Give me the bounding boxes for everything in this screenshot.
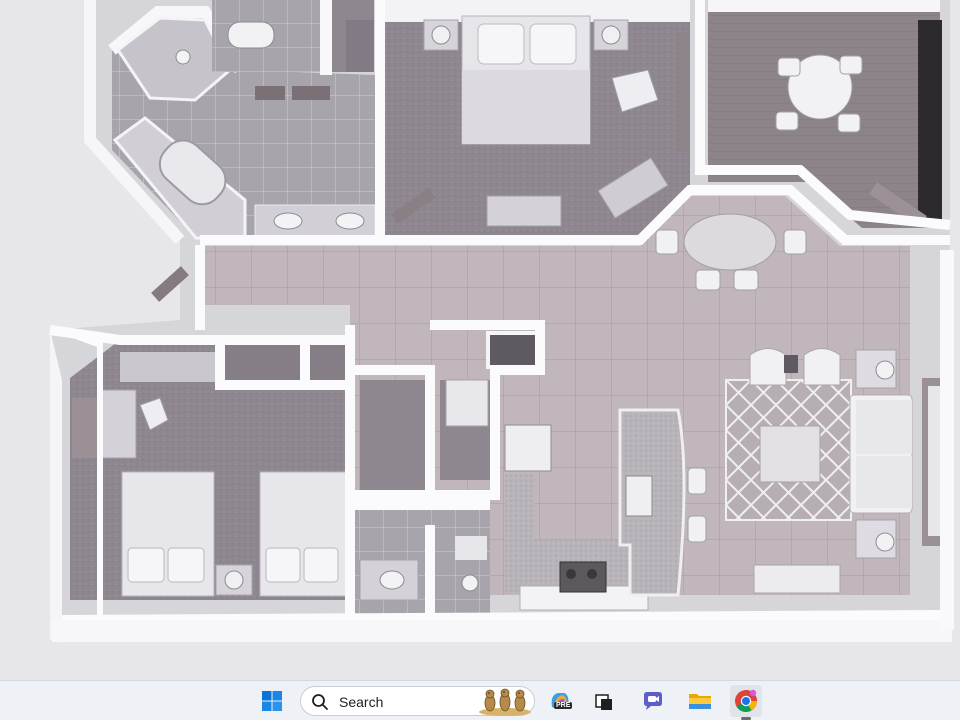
chrome-icon xyxy=(735,689,757,712)
chat-icon xyxy=(644,692,662,710)
viewer-canvas xyxy=(0,0,960,680)
chat-button[interactable] xyxy=(637,685,669,717)
copilot-icon xyxy=(551,693,569,709)
chrome-button[interactable] xyxy=(730,685,762,720)
copilot-badge: PRE xyxy=(554,702,573,709)
start-button[interactable] xyxy=(256,685,288,717)
task-view-icon xyxy=(595,694,612,710)
search-icon xyxy=(312,694,328,710)
floor-plan xyxy=(0,0,960,680)
taskbar-search[interactable]: Search xyxy=(300,686,535,716)
file-explorer-button[interactable] xyxy=(684,685,716,717)
task-view-button[interactable] xyxy=(588,685,620,717)
taskbar: Search PRE xyxy=(0,680,960,720)
master-bedroom xyxy=(376,0,690,238)
search-label: Search xyxy=(339,694,384,710)
windows-logo-icon xyxy=(262,691,282,711)
copilot-button[interactable]: PRE xyxy=(544,685,576,717)
folder-icon xyxy=(689,694,711,709)
meerkats-illustration-icon xyxy=(479,688,531,716)
